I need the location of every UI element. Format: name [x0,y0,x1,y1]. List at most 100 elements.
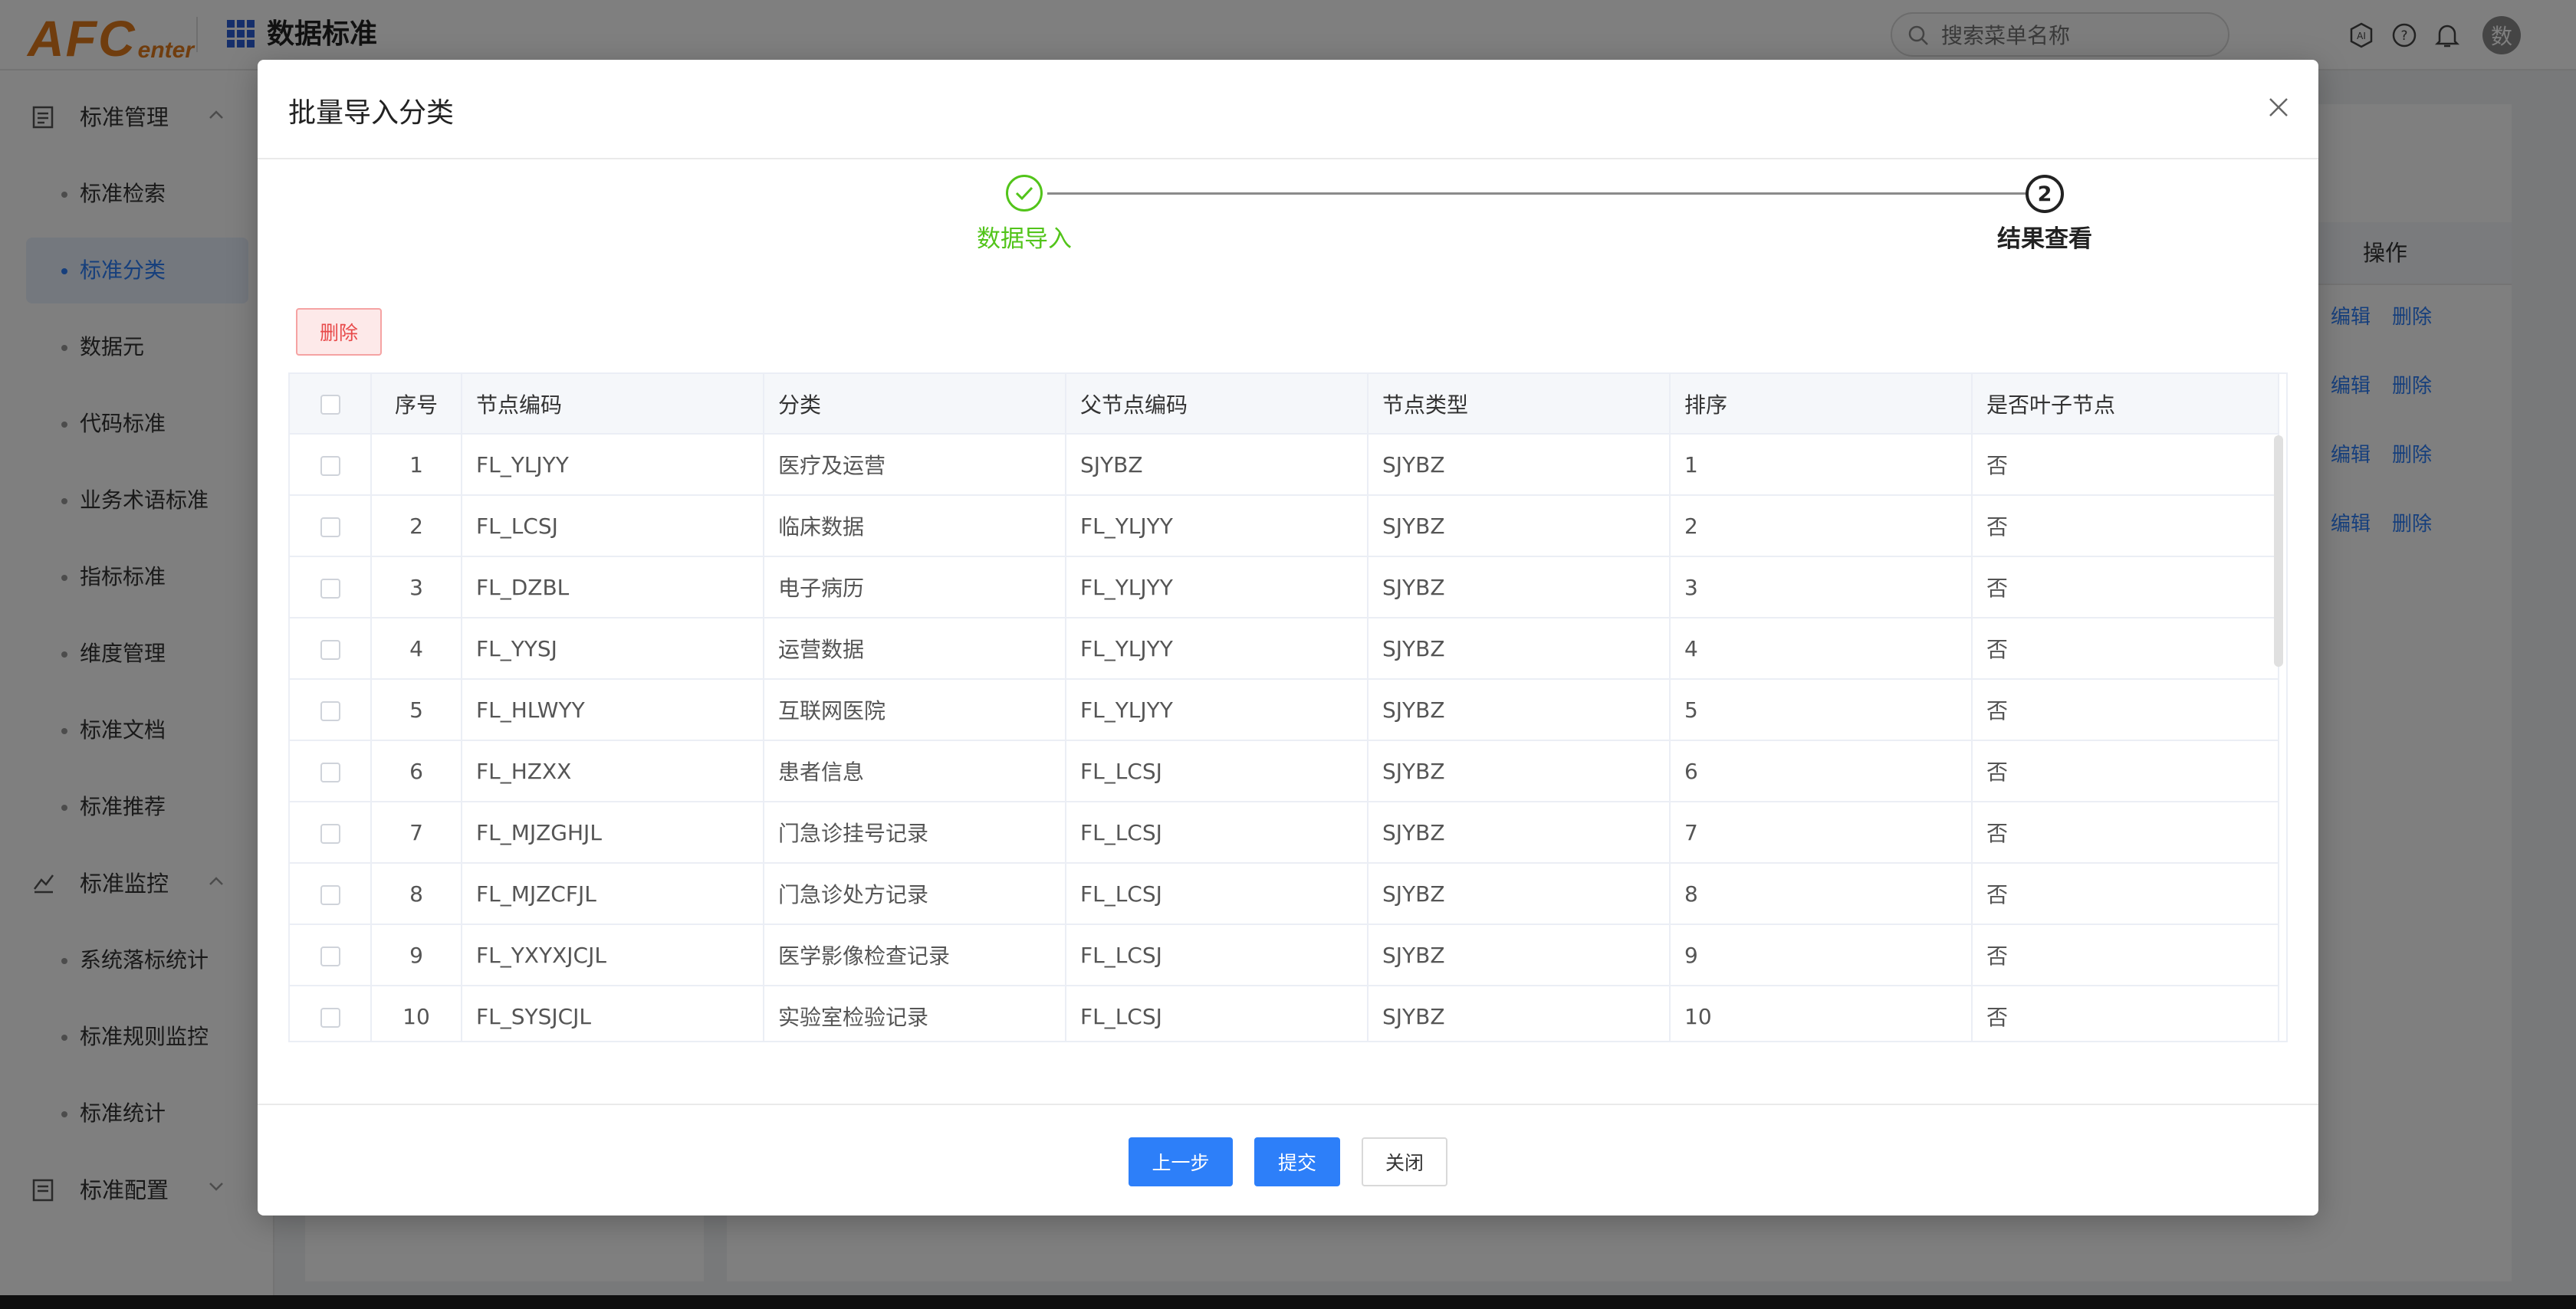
column-header: 排序 [1670,374,1973,435]
table-cell: FL_LCSJ [1066,924,1368,986]
table-cell: 8 [371,863,462,925]
table-cell: 否 [1972,740,2279,802]
row-select-cell [290,495,372,557]
row-checkbox[interactable] [320,517,340,537]
header-divider [258,158,2318,159]
table-cell: 8 [1670,863,1973,925]
table-cell: 医疗及运营 [764,434,1066,496]
row-checkbox[interactable] [320,946,340,966]
table-cell: SJYBZ [1368,924,1671,986]
table-cell: 实验室检验记录 [764,986,1066,1041]
row-select-cell [290,740,372,802]
row-checkbox[interactable] [320,639,340,660]
table-cell: FL_HZXX [462,740,764,802]
table-cell: 门急诊处方记录 [764,863,1066,925]
batch-import-dialog: 批量导入分类 数据导入 2 结果查看 删除 序号 节点编码 分类 父节点编码 节… [258,60,2318,1216]
table-cell: 1 [371,434,462,496]
row-select-cell [290,802,372,864]
row-checkbox[interactable] [320,884,340,905]
table-cell: SJYBZ [1368,863,1671,925]
table-cell: 否 [1972,802,2279,864]
table-cell: SJYBZ [1368,802,1671,864]
table-cell: 否 [1972,986,2279,1041]
row-checkbox[interactable] [320,762,340,782]
previous-step-button[interactable]: 上一步 [1129,1137,1233,1186]
table-cell: SJYBZ [1368,495,1671,557]
table-row[interactable]: 7 FL_MJZGHJL 门急诊挂号记录 FL_LCSJ SJYBZ 7 否 [290,802,2279,864]
table-cell: 5 [371,679,462,741]
table-cell: 门急诊挂号记录 [764,802,1066,864]
table-cell: SJYBZ [1066,434,1368,496]
select-all-checkbox[interactable] [320,395,340,415]
table-cell: 9 [1670,924,1973,986]
check-icon [1015,186,1033,201]
table-cell: SJYBZ [1368,679,1671,741]
table-cell: FL_YXYXJCJL [462,924,764,986]
table-cell: SJYBZ [1368,618,1671,680]
table-cell: SJYBZ [1368,434,1671,496]
delete-selected-button[interactable]: 删除 [296,308,382,356]
table-cell: 6 [1670,740,1973,802]
table-cell: 否 [1972,863,2279,925]
table-cell: 运营数据 [764,618,1066,680]
close-button[interactable]: 关闭 [1362,1137,1447,1186]
table-row[interactable]: 9 FL_YXYXJCJL 医学影像检查记录 FL_LCSJ SJYBZ 9 否 [290,924,2279,986]
table-row[interactable]: 2 FL_LCSJ 临床数据 FL_YLJYY SJYBZ 2 否 [290,495,2279,557]
row-select-cell [290,679,372,741]
table-cell: FL_LCSJ [1066,740,1368,802]
column-header: 分类 [764,374,1066,435]
column-header: 父节点编码 [1066,374,1368,435]
table-cell: FL_LCSJ [462,495,764,557]
step-data-import [1006,175,1043,212]
row-checkbox[interactable] [320,578,340,599]
table-row[interactable]: 5 FL_HLWYY 互联网医院 FL_YLJYY SJYBZ 5 否 [290,679,2279,741]
submit-button[interactable]: 提交 [1254,1137,1340,1186]
table-cell: 10 [371,986,462,1041]
table-cell: 否 [1972,434,2279,496]
close-icon[interactable] [2260,89,2297,126]
row-checkbox[interactable] [320,1007,340,1028]
table-cell: FL_LCSJ [1066,986,1368,1041]
table-cell: 7 [371,802,462,864]
table-row[interactable]: 8 FL_MJZCFJL 门急诊处方记录 FL_LCSJ SJYBZ 8 否 [290,863,2279,925]
table-scrollbar[interactable] [2274,435,2283,667]
table-cell: 否 [1972,924,2279,986]
table-cell: FL_YLJYY [1066,679,1368,741]
footer-divider [258,1104,2318,1105]
table-cell: FL_HLWYY [462,679,764,741]
row-select-cell [290,618,372,680]
table-cell: FL_YLJYY [462,434,764,496]
table-cell: 4 [1670,618,1973,680]
column-header: 节点类型 [1368,374,1671,435]
table-cell: 3 [371,556,462,618]
table-cell: FL_LCSJ [1066,863,1368,925]
row-checkbox[interactable] [320,823,340,844]
step-label: 数据导入 [977,225,1072,253]
table-row[interactable]: 6 FL_HZXX 患者信息 FL_LCSJ SJYBZ 6 否 [290,740,2279,802]
table-cell: 2 [371,495,462,557]
step-label: 结果查看 [1997,225,2092,253]
table-cell: 否 [1972,679,2279,741]
column-header: 是否叶子节点 [1972,374,2279,435]
table-cell: FL_DZBL [462,556,764,618]
step-result-view: 2 [2026,175,2064,213]
table-row[interactable]: 1 FL_YLJYY 医疗及运营 SJYBZ SJYBZ 1 否 [290,434,2279,496]
row-select-cell [290,924,372,986]
row-checkbox[interactable] [320,700,340,721]
table-cell: FL_LCSJ [1066,802,1368,864]
table-cell: SJYBZ [1368,986,1671,1041]
column-header: 序号 [371,374,462,435]
table-cell: 1 [1670,434,1973,496]
table-cell: 电子病历 [764,556,1066,618]
row-checkbox[interactable] [320,455,340,476]
table-row[interactable]: 10 FL_SYSJCJL 实验室检验记录 FL_LCSJ SJYBZ 10 否 [290,986,2279,1041]
table-cell: FL_YLJYY [1066,556,1368,618]
table-cell: 互联网医院 [764,679,1066,741]
row-select-cell [290,863,372,925]
table-row[interactable]: 4 FL_YYSJ 运营数据 FL_YLJYY SJYBZ 4 否 [290,618,2279,680]
table-cell: FL_MJZCFJL [462,863,764,925]
table-cell: 6 [371,740,462,802]
table-cell: 7 [1670,802,1973,864]
table-row[interactable]: 3 FL_DZBL 电子病历 FL_YLJYY SJYBZ 3 否 [290,556,2279,618]
table-cell: FL_MJZGHJL [462,802,764,864]
